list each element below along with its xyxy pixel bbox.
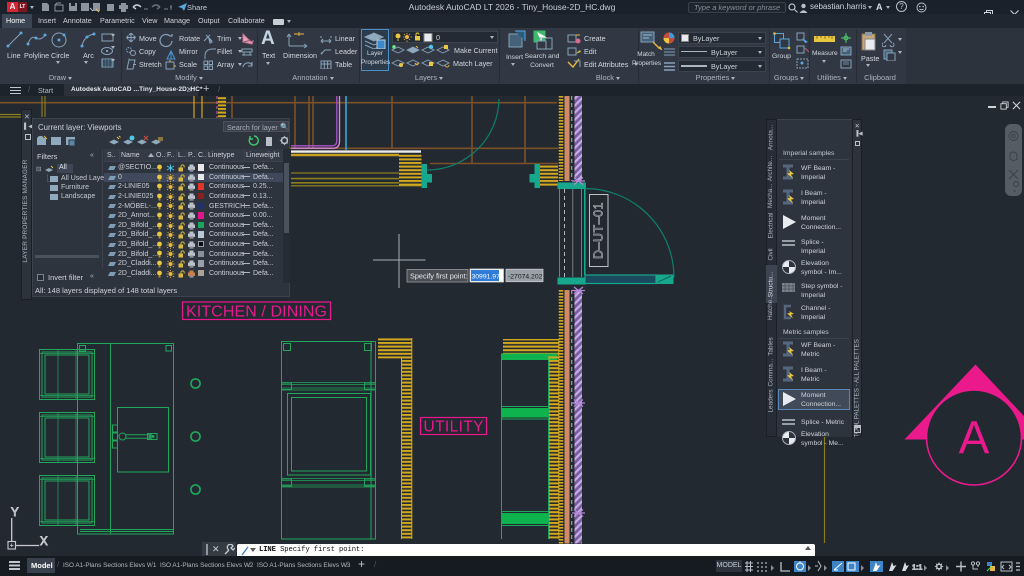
svg-text:1:1: 1:1 <box>912 563 922 572</box>
